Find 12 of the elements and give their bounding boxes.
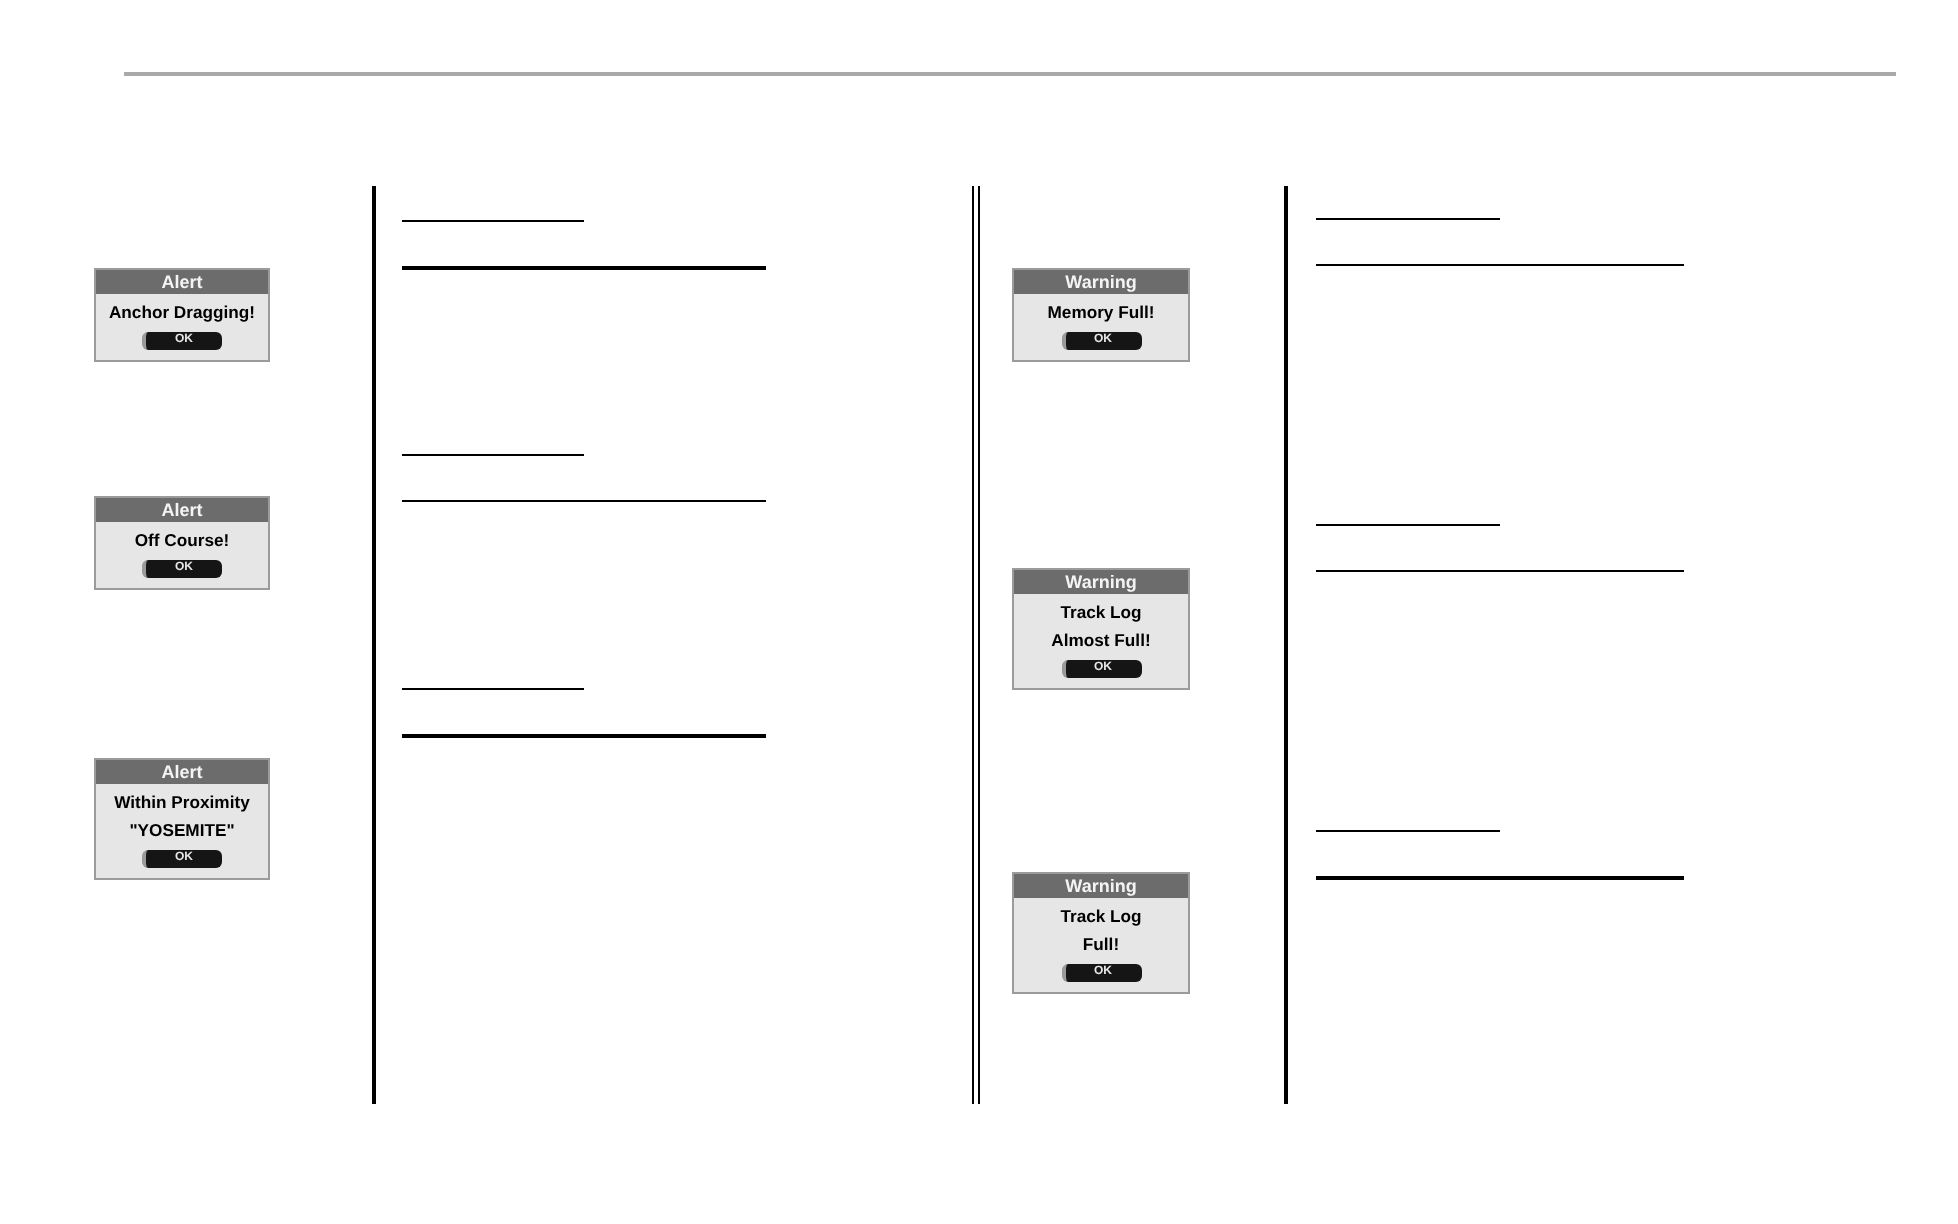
dialog-title-bar: Alert (96, 270, 268, 294)
dialog-message: Anchor Dragging! (106, 300, 258, 326)
dialog-title-bar: Alert (96, 760, 268, 784)
dialog-message: Within Proximity "YOSEMITE" (112, 790, 252, 844)
dialog-message: Off Course! (132, 528, 232, 554)
dialog-message: Memory Full! (1045, 300, 1157, 326)
dialog-title-bar: Warning (1014, 874, 1188, 898)
dialog-message: Track Log Almost Full! (1049, 600, 1153, 654)
dialog-message: Track Log Full! (1058, 904, 1144, 958)
dialog-title-bar: Warning (1014, 570, 1188, 594)
dialog-title-bar: Warning (1014, 270, 1188, 294)
dialog-title-bar: Alert (96, 498, 268, 522)
